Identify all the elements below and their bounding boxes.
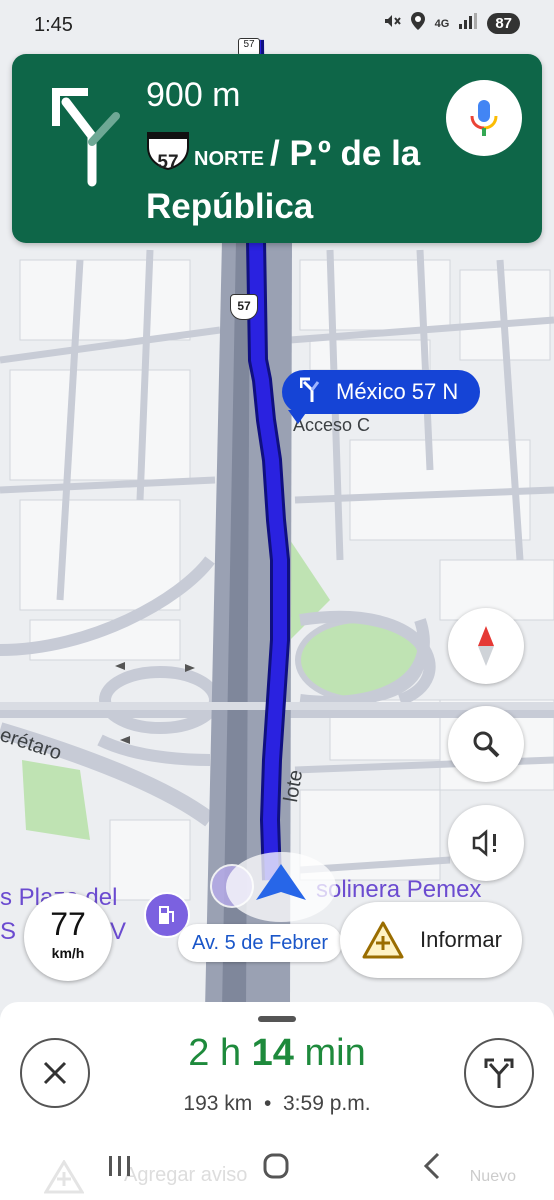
mute-icon bbox=[383, 12, 401, 35]
compass-button[interactable] bbox=[448, 608, 524, 684]
recent-apps-button[interactable] bbox=[100, 1146, 140, 1186]
current-street-label: Av. 5 de Febrer bbox=[178, 924, 342, 962]
route-options-icon bbox=[484, 1058, 514, 1088]
report-button-label: Informar bbox=[420, 927, 502, 952]
arrival-time: 3:59 p.m. bbox=[283, 1092, 371, 1115]
report-button[interactable]: Informar bbox=[340, 902, 522, 978]
speedometer: 77 km/h bbox=[24, 893, 112, 981]
home-icon bbox=[263, 1153, 289, 1179]
turn-distance: 900 m bbox=[146, 76, 241, 114]
route-label-text: México 57 N bbox=[336, 379, 459, 404]
map-label-plaza2: S bbox=[0, 918, 17, 945]
compass-icon bbox=[478, 626, 494, 666]
current-location-marker bbox=[226, 852, 336, 922]
map-label-gas: solinera Pemex bbox=[316, 876, 482, 903]
status-bar: 1:45 4G 87 bbox=[0, 0, 554, 52]
trip-bottom-sheet[interactable]: 2 h 14 min 193 km • 3:59 p.m. Agregar av… bbox=[0, 1002, 554, 1200]
new-badge: Nuevo bbox=[469, 1168, 516, 1185]
status-time: 1:45 bbox=[34, 14, 73, 36]
report-warning-icon bbox=[362, 921, 404, 959]
search-icon bbox=[473, 731, 500, 758]
back-button[interactable] bbox=[412, 1146, 452, 1186]
map-label-v: V bbox=[110, 918, 127, 945]
home-button[interactable] bbox=[256, 1146, 296, 1186]
trip-separator: • bbox=[263, 1092, 272, 1115]
sheet-drag-handle[interactable] bbox=[258, 1016, 296, 1022]
speed-unit: km/h bbox=[51, 945, 85, 961]
route-shield-icon: 57 bbox=[146, 131, 190, 173]
search-button[interactable] bbox=[448, 706, 524, 782]
fork-left-turn-icon bbox=[52, 88, 120, 187]
status-icons: 4G 87 bbox=[383, 12, 520, 35]
recent-apps-icon bbox=[109, 1156, 130, 1176]
highway-shield-mid: 57 bbox=[230, 294, 258, 320]
location-icon bbox=[410, 12, 425, 35]
direction-label: NORTE bbox=[194, 148, 264, 170]
alternate-routes-button[interactable] bbox=[464, 1038, 534, 1108]
trip-distance: 193 km bbox=[183, 1092, 253, 1115]
fork-left-icon bbox=[299, 376, 322, 408]
road-name-line: 57 NORTE / P.º de la República bbox=[146, 130, 446, 231]
add-report-label: Agregar aviso bbox=[124, 1164, 248, 1186]
microphone-icon bbox=[470, 100, 498, 136]
speed-value: 77 bbox=[50, 906, 86, 942]
trip-summary: 193 km • 3:59 p.m. bbox=[0, 1092, 554, 1116]
speaker-alert-icon bbox=[472, 829, 496, 857]
battery-indicator: 87 bbox=[487, 13, 520, 34]
navigation-arrow-icon bbox=[256, 864, 306, 900]
signal-icon bbox=[459, 13, 478, 34]
voice-search-button[interactable] bbox=[446, 80, 522, 156]
network-type: 4G bbox=[434, 17, 450, 30]
route-label-chip[interactable]: México 57 N bbox=[282, 370, 481, 424]
back-icon bbox=[423, 1152, 440, 1180]
add-report-icon bbox=[44, 1160, 84, 1194]
navigation-instruction-card[interactable]: 900 m 57 NORTE / P.º de la República bbox=[12, 54, 542, 243]
sound-alert-button[interactable] bbox=[448, 805, 524, 881]
